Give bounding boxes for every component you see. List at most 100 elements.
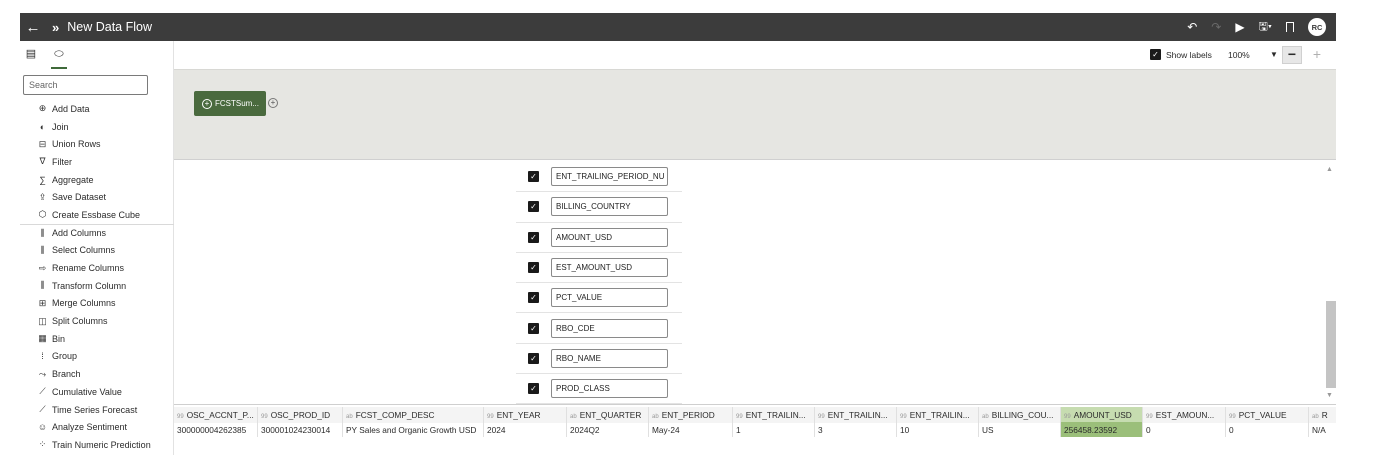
grid-cell[interactable]: 0 — [1226, 422, 1309, 437]
grid-header-cell[interactable]: 99 ENT_YEAR — [484, 407, 567, 423]
grid-header-cell[interactable]: 99 OSC_ACCNT_P... — [174, 407, 258, 423]
column-name-input[interactable] — [551, 288, 668, 308]
column-checkbox[interactable]: ✓ — [528, 383, 539, 395]
zoom-level[interactable]: 100% — [1228, 50, 1250, 60]
grid-header-cell[interactable]: ab ENT_QUARTER — [567, 407, 649, 423]
grid-cell[interactable]: N/A — [1309, 422, 1336, 437]
grid-header-cell[interactable]: 99 ENT_TRAILIN... — [897, 407, 979, 423]
op-join[interactable]: ◐ Join — [20, 118, 174, 136]
numeric-type-icon: 99 — [177, 414, 184, 420]
column-checkbox[interactable]: ✓ — [528, 201, 539, 213]
op-label: Add Columns — [52, 228, 107, 239]
grid-cell[interactable]: May-24 — [649, 422, 733, 437]
grid-cell[interactable]: 2024Q2 — [567, 422, 649, 437]
column-name-input[interactable] — [551, 348, 668, 368]
grid-header-cell[interactable]: 99 ENT_TRAILIN... — [815, 407, 897, 423]
flow-canvas[interactable]: + FCSTSum... + — [174, 69, 1336, 159]
op-time-series-forecast[interactable]: ⟋ Time Series Forecast — [20, 401, 174, 419]
op-aggregate[interactable]: ∑ Aggregate — [20, 171, 174, 189]
merge-icon: ⊞ — [38, 297, 47, 308]
grid-header-cell[interactable]: ab FCST_COMP_DESC — [343, 407, 484, 423]
grid-cell[interactable]: 2024 — [484, 422, 567, 437]
grid-cell[interactable]: 1 — [733, 422, 815, 437]
scroll-up-icon[interactable]: ▲ — [1326, 166, 1333, 173]
column-checkbox[interactable]: ✓ — [528, 231, 539, 243]
op-bin[interactable]: ▦ Bin — [20, 330, 174, 348]
column-name-input[interactable] — [551, 318, 668, 338]
grid-cell[interactable]: 300000004262385 — [174, 422, 258, 437]
op-create-essbase-cube[interactable]: ⬡ Create Essbase Cube — [20, 206, 174, 224]
data-tab-icon[interactable]: ▤ — [24, 41, 38, 69]
op-add-columns[interactable]: ⫼ Add Columns — [20, 223, 174, 242]
header-label: ENT_TRAILIN... — [909, 410, 970, 420]
op-label: Merge Columns — [52, 298, 116, 309]
column-checkbox[interactable]: ✓ — [528, 171, 539, 183]
column-name-input[interactable] — [551, 197, 668, 217]
checkbox[interactable]: ✓ — [1150, 49, 1161, 60]
add-step-icon[interactable]: + — [268, 98, 278, 108]
header-label: ENT_YEAR — [496, 410, 541, 420]
grid-cell[interactable]: 300001024230014 — [258, 422, 343, 437]
undo-icon[interactable]: ↶ — [1187, 20, 1197, 34]
save-icon[interactable]: 🖫▾ — [1259, 18, 1272, 37]
header-label: EST_AMOUN... — [1155, 410, 1215, 420]
avatar[interactable]: RC — [1308, 18, 1326, 36]
op-train-numeric-prediction[interactable]: ⁘ Train Numeric Prediction — [20, 436, 174, 454]
column-checkbox[interactable]: ✓ — [528, 292, 539, 304]
grid-header-cell[interactable]: 99 PCT_VALUE — [1226, 407, 1309, 423]
grid-cell[interactable]: PY Sales and Organic Growth USD — [343, 422, 484, 437]
op-rename-columns[interactable]: ⇨ Rename Columns — [20, 259, 174, 277]
column-checkbox[interactable]: ✓ — [528, 352, 539, 364]
grid-header-cell[interactable]: ab R — [1309, 407, 1336, 423]
vertical-scrollbar[interactable]: ▲ ▼ — [1324, 160, 1336, 405]
steps-tab-icon[interactable]: ⬭ — [51, 41, 67, 69]
redo-icon[interactable]: ↷ — [1211, 20, 1221, 34]
grid-header-cell[interactable]: 99 OSC_PROD_ID — [258, 407, 343, 423]
grid-header-cell-selected[interactable]: 99 AMOUNT_USD — [1061, 407, 1143, 423]
zoom-out-button[interactable]: − — [1282, 46, 1302, 64]
header-label: R — [1321, 410, 1328, 420]
op-union-rows[interactable]: ⊟ Union Rows — [20, 135, 174, 153]
grid-cell[interactable]: 10 — [897, 422, 979, 437]
numeric-type-icon: 99 — [900, 414, 907, 420]
op-group[interactable]: ⁞ Group — [20, 348, 174, 366]
op-merge-columns[interactable]: ⊞ Merge Columns — [20, 295, 174, 313]
op-analyze-sentiment[interactable]: ☺ Analyze Sentiment — [20, 418, 174, 436]
header-label: ENT_TRAILIN... — [745, 410, 806, 420]
add-columns-icon: ⫼ — [40, 227, 45, 238]
column-checkbox[interactable]: ✓ — [528, 322, 539, 334]
grid-header-cell[interactable]: ab BILLING_COU... — [979, 407, 1061, 423]
numeric-type-icon: 99 — [818, 414, 825, 420]
op-transform-column[interactable]: ⫼ Transform Column — [20, 277, 174, 295]
op-filter[interactable]: ∇ Filter — [20, 153, 174, 171]
column-name-input[interactable] — [551, 167, 668, 187]
column-name-input[interactable] — [551, 227, 668, 247]
op-branch[interactable]: ⤳ Branch — [20, 365, 174, 383]
op-split-columns[interactable]: ◫ Split Columns — [20, 312, 174, 330]
bookmark-icon[interactable] — [1286, 22, 1294, 32]
column-name-input[interactable] — [551, 258, 668, 278]
scroll-thumb[interactable] — [1326, 301, 1336, 388]
show-labels-toggle[interactable]: ✓ Show labels — [1150, 49, 1212, 60]
grid-header-cell[interactable]: 99 EST_AMOUN... — [1143, 407, 1226, 423]
op-save-dataset[interactable]: ⇪ Save Dataset — [20, 188, 174, 206]
zoom-dropdown-icon[interactable]: ▼ — [1270, 50, 1278, 59]
search-input[interactable] — [23, 75, 148, 95]
grid-header-cell[interactable]: 99 ENT_TRAILIN... — [733, 407, 815, 423]
column-name-input[interactable] — [551, 379, 668, 399]
grid-header-cell[interactable]: ab ENT_PERIOD — [649, 407, 733, 423]
data-flow-editor: ← » New Data Flow ↶ ↷ ▶ 🖫▾ RC ▤ ⬭ ⊕ Add D… — [20, 13, 1336, 455]
op-select-columns[interactable]: ⫼ Select Columns — [20, 242, 174, 260]
op-add-data[interactable]: ⊕ Add Data — [20, 100, 174, 118]
grid-cell[interactable]: US — [979, 422, 1061, 437]
back-arrow-icon[interactable]: ← — [22, 19, 44, 36]
dataset-node[interactable]: + FCSTSum... — [194, 91, 266, 116]
scroll-down-icon[interactable]: ▼ — [1326, 392, 1333, 399]
run-icon[interactable]: ▶ — [1235, 20, 1244, 34]
grid-cell[interactable]: 0 — [1143, 422, 1226, 437]
grid-cell[interactable]: 3 — [815, 422, 897, 437]
zoom-in-button[interactable]: + — [1308, 46, 1326, 64]
column-checkbox[interactable]: ✓ — [528, 262, 539, 274]
op-cumulative-value[interactable]: ⟋ Cumulative Value — [20, 383, 174, 401]
grid-cell-selected[interactable]: 256458.23592 — [1061, 422, 1143, 437]
